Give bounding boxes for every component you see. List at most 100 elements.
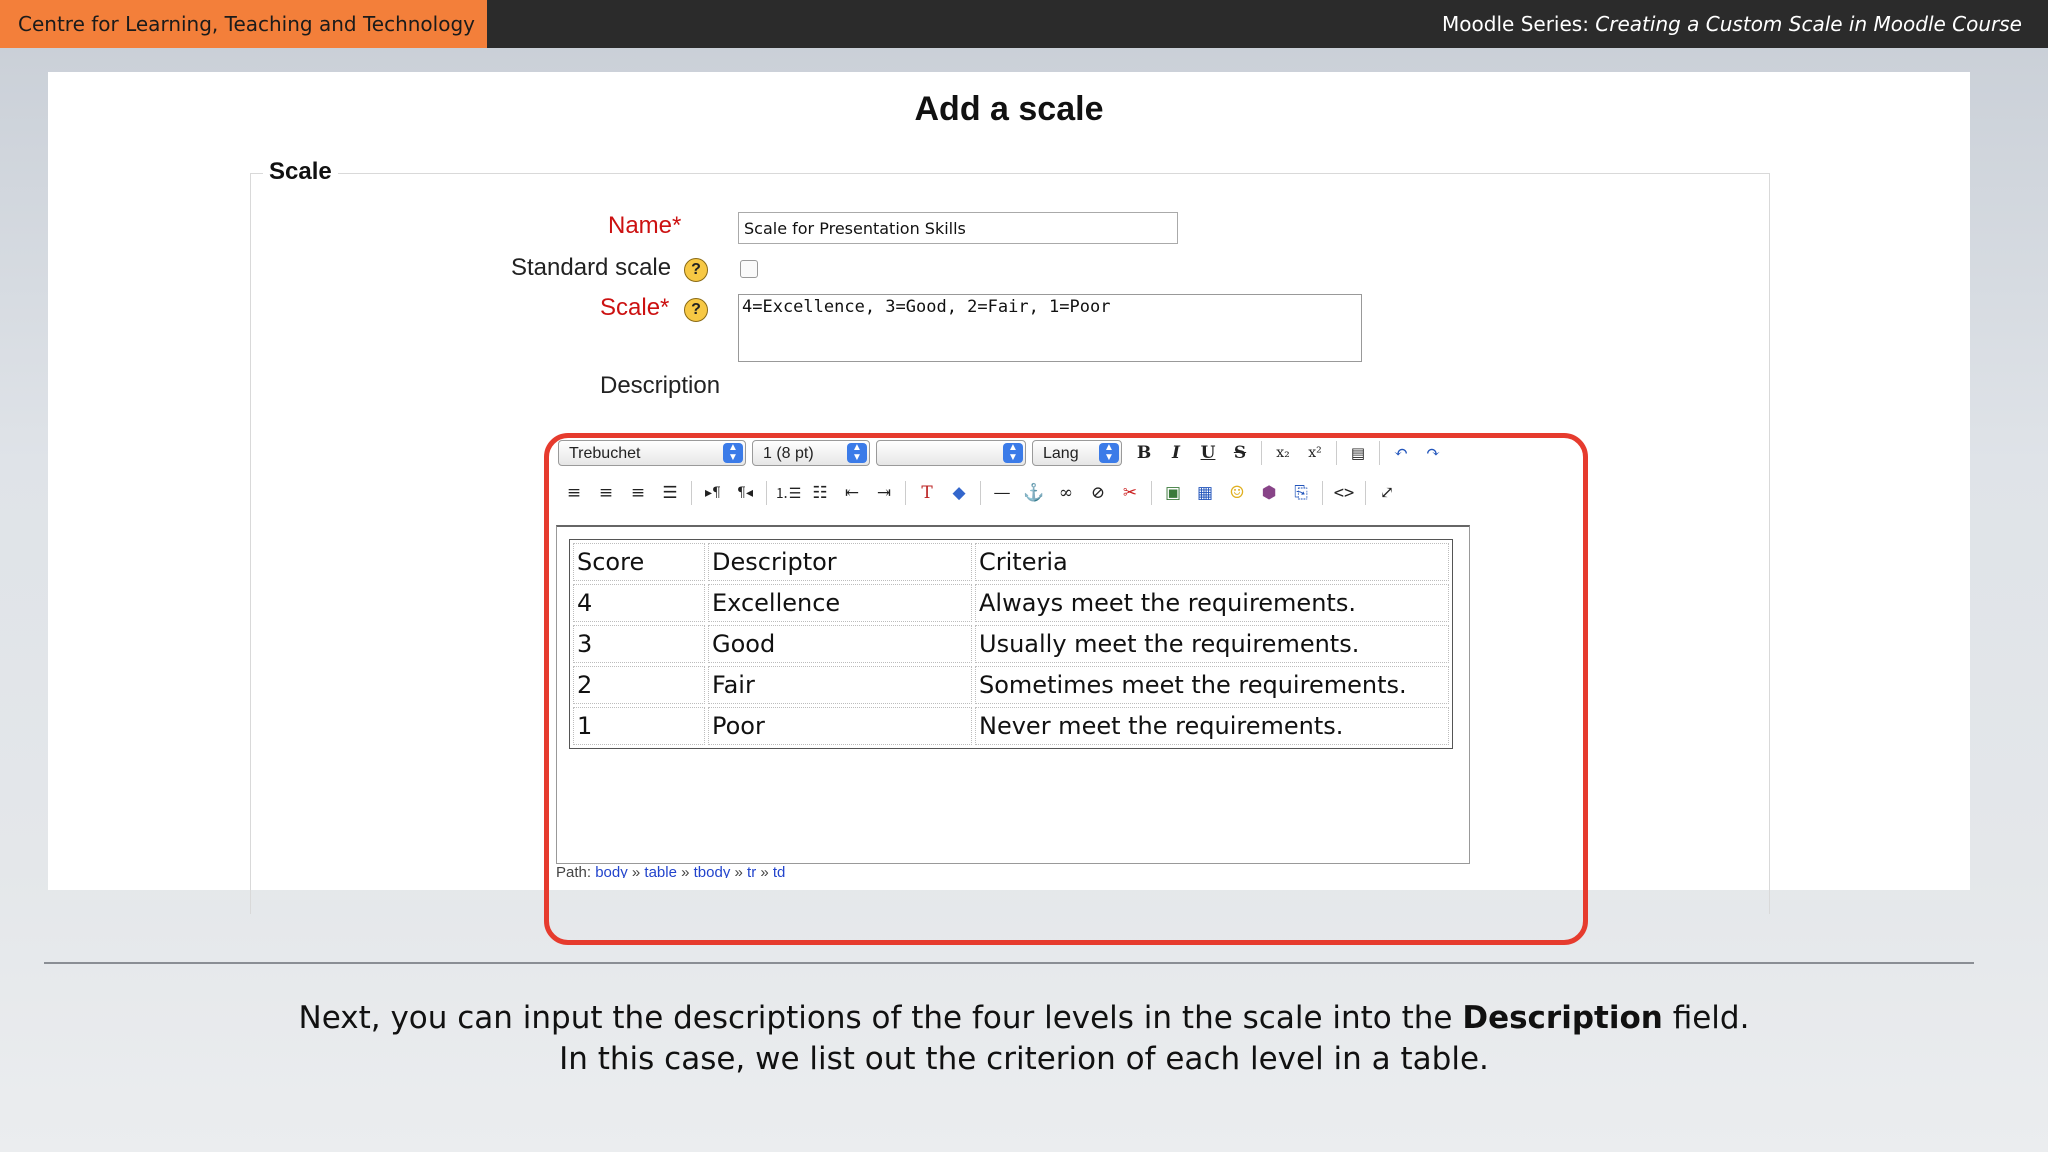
- paste-icon[interactable]: ⎘: [1287, 479, 1315, 507]
- align-left-icon[interactable]: ≡: [560, 479, 588, 507]
- path-item-body[interactable]: body: [595, 864, 628, 878]
- table-cell[interactable]: 4: [573, 584, 705, 622]
- scale-help-icon[interactable]: ?: [684, 298, 708, 322]
- rtl-icon[interactable]: ¶◂: [731, 479, 759, 507]
- table-cell[interactable]: Poor: [708, 707, 972, 745]
- toolbar-separator: [1151, 481, 1152, 505]
- series-course-title: Creating a Custom Scale in Moodle Course: [1595, 12, 2022, 36]
- table-cell[interactable]: Score: [573, 543, 705, 581]
- outdent-icon[interactable]: ⇤: [838, 479, 866, 507]
- justify-icon[interactable]: ☰: [656, 479, 684, 507]
- table-cell[interactable]: Always meet the requirements.: [975, 584, 1449, 622]
- caption-text: field.: [1662, 1000, 1750, 1036]
- series-title: Moodle Series: Creating a Custom Scale i…: [1442, 0, 2022, 48]
- insert-table-icon[interactable]: ▦: [1191, 479, 1219, 507]
- font-size-select[interactable]: 1 (8 pt) ▲ ▼: [752, 440, 870, 466]
- table-cell[interactable]: 1: [573, 707, 705, 745]
- standard-scale-label: Standard scale: [511, 254, 672, 281]
- horizontal-rule-icon[interactable]: —: [988, 479, 1016, 507]
- table-cell[interactable]: Excellence: [708, 584, 972, 622]
- subscript-icon[interactable]: x₂: [1269, 439, 1297, 467]
- insert-image-icon[interactable]: ▣: [1159, 479, 1187, 507]
- moodle-screenshot-panel: Add a scale Scale Name* Standard scale ?…: [48, 72, 1970, 945]
- select-arrows-icon: ▲ ▼: [847, 443, 867, 463]
- link-icon[interactable]: ∞: [1052, 479, 1080, 507]
- toolbar-separator: [1322, 481, 1323, 505]
- align-right-icon[interactable]: ≡: [624, 479, 652, 507]
- italic-icon[interactable]: I: [1162, 439, 1190, 467]
- table-cell[interactable]: Usually meet the requirements.: [975, 625, 1449, 663]
- html-source-icon[interactable]: <>: [1330, 479, 1358, 507]
- indent-icon[interactable]: ⇥: [870, 479, 898, 507]
- superscript-icon[interactable]: x²: [1301, 439, 1329, 467]
- table-row: Score Descriptor Criteria: [573, 543, 1449, 581]
- table-cell[interactable]: Sometimes meet the requirements.: [975, 666, 1449, 704]
- clean-word-icon[interactable]: ▤: [1344, 439, 1372, 467]
- rubric-table[interactable]: Score Descriptor Criteria 4 Excellence A…: [569, 539, 1453, 749]
- name-input[interactable]: [738, 212, 1178, 244]
- caption-bold-term: Description: [1462, 1000, 1663, 1036]
- table-row: 3 Good Usually meet the requirements.: [573, 625, 1449, 663]
- nolink-icon[interactable]: ⊘: [1084, 479, 1112, 507]
- caption-line-1: Next, you can input the descriptions of …: [0, 998, 2048, 1039]
- font-size-value: 1 (8 pt): [763, 445, 814, 462]
- editor-toolbar-row-2: ≡ ≡ ≡ ☰ ▸¶ ¶◂ ⒈☰ ☷ ⇤ ⇥ T ◆ — ⚓ ∞ ⊘ ✂ ▣ ▦…: [558, 478, 1403, 508]
- caption-divider: [44, 962, 1974, 964]
- table-cell[interactable]: Never meet the requirements.: [975, 707, 1449, 745]
- table-cell[interactable]: Descriptor: [708, 543, 972, 581]
- page-title: Add a scale: [914, 90, 1104, 128]
- table-cell[interactable]: 3: [573, 625, 705, 663]
- name-label: Name*: [608, 212, 682, 239]
- table-cell[interactable]: 2: [573, 666, 705, 704]
- path-item-tr[interactable]: tr: [747, 864, 756, 878]
- table-cell[interactable]: Criteria: [975, 543, 1449, 581]
- path-item-tbody[interactable]: tbody: [694, 864, 731, 878]
- slide-caption: Next, you can input the descriptions of …: [0, 998, 2048, 1080]
- ltr-icon[interactable]: ▸¶: [699, 479, 727, 507]
- ordered-list-icon[interactable]: ⒈☰: [774, 479, 802, 507]
- description-label: Description: [600, 372, 721, 399]
- bold-icon[interactable]: B: [1130, 439, 1158, 467]
- anchor-icon[interactable]: ⚓: [1020, 479, 1048, 507]
- standard-scale-help-icon[interactable]: ?: [684, 258, 708, 282]
- strikethrough-icon[interactable]: S: [1226, 439, 1254, 467]
- table-row: 2 Fair Sometimes meet the requirements.: [573, 666, 1449, 704]
- slide-header: Centre for Learning, Teaching and Techno…: [0, 0, 2048, 48]
- lang-select[interactable]: Lang ▲ ▼: [1032, 440, 1122, 466]
- redo-icon[interactable]: ↷: [1419, 439, 1447, 467]
- path-item-td[interactable]: td: [773, 864, 786, 878]
- series-prefix: Moodle Series:: [1442, 12, 1589, 36]
- underline-icon[interactable]: U: [1194, 439, 1222, 467]
- unordered-list-icon[interactable]: ☷: [806, 479, 834, 507]
- select-arrows-icon: ▲ ▼: [723, 443, 743, 463]
- scale-textarea[interactable]: 4=Excellence, 3=Good, 2=Fair, 1=Poor: [738, 294, 1362, 362]
- smiley-icon[interactable]: ☺: [1223, 479, 1251, 507]
- select-arrows-icon: ▲ ▼: [1099, 443, 1119, 463]
- toolbar-separator: [691, 481, 692, 505]
- editor-path-bar: Path: body » table » tbody » tr » td: [556, 864, 785, 878]
- toolbar-separator: [905, 481, 906, 505]
- toolbar-separator: [1379, 441, 1380, 465]
- format-select[interactable]: ▲ ▼: [876, 440, 1026, 466]
- table-cell[interactable]: Fair: [708, 666, 972, 704]
- path-label: Path:: [556, 864, 592, 878]
- fullscreen-icon[interactable]: ⤢: [1373, 479, 1401, 507]
- special-char-icon[interactable]: ⬢: [1255, 479, 1283, 507]
- editor-toolbar-row-1: Trebuchet ▲ ▼ 1 (8 pt) ▲ ▼ ▲ ▼ Lang ▲ ▼ B I …: [558, 438, 1449, 468]
- table-cell[interactable]: Good: [708, 625, 972, 663]
- lang-value: Lang: [1043, 445, 1079, 462]
- undo-icon[interactable]: ↶: [1387, 439, 1415, 467]
- align-center-icon[interactable]: ≡: [592, 479, 620, 507]
- font-family-select[interactable]: Trebuchet ▲ ▼: [558, 440, 746, 466]
- standard-scale-checkbox[interactable]: [740, 260, 758, 278]
- unlink-icon[interactable]: ✂: [1116, 479, 1144, 507]
- fieldset-legend: Scale: [263, 158, 338, 186]
- org-name: Centre for Learning, Teaching and Techno…: [0, 0, 487, 48]
- toolbar-separator: [766, 481, 767, 505]
- select-arrows-icon: ▲ ▼: [1003, 443, 1023, 463]
- background-color-icon[interactable]: ◆: [945, 479, 973, 507]
- description-editor[interactable]: Score Descriptor Criteria 4 Excellence A…: [556, 525, 1470, 864]
- path-item-table[interactable]: table: [644, 864, 677, 878]
- text-color-icon[interactable]: T: [913, 479, 941, 507]
- caption-line-2: In this case, we list out the criterion …: [559, 1041, 1489, 1077]
